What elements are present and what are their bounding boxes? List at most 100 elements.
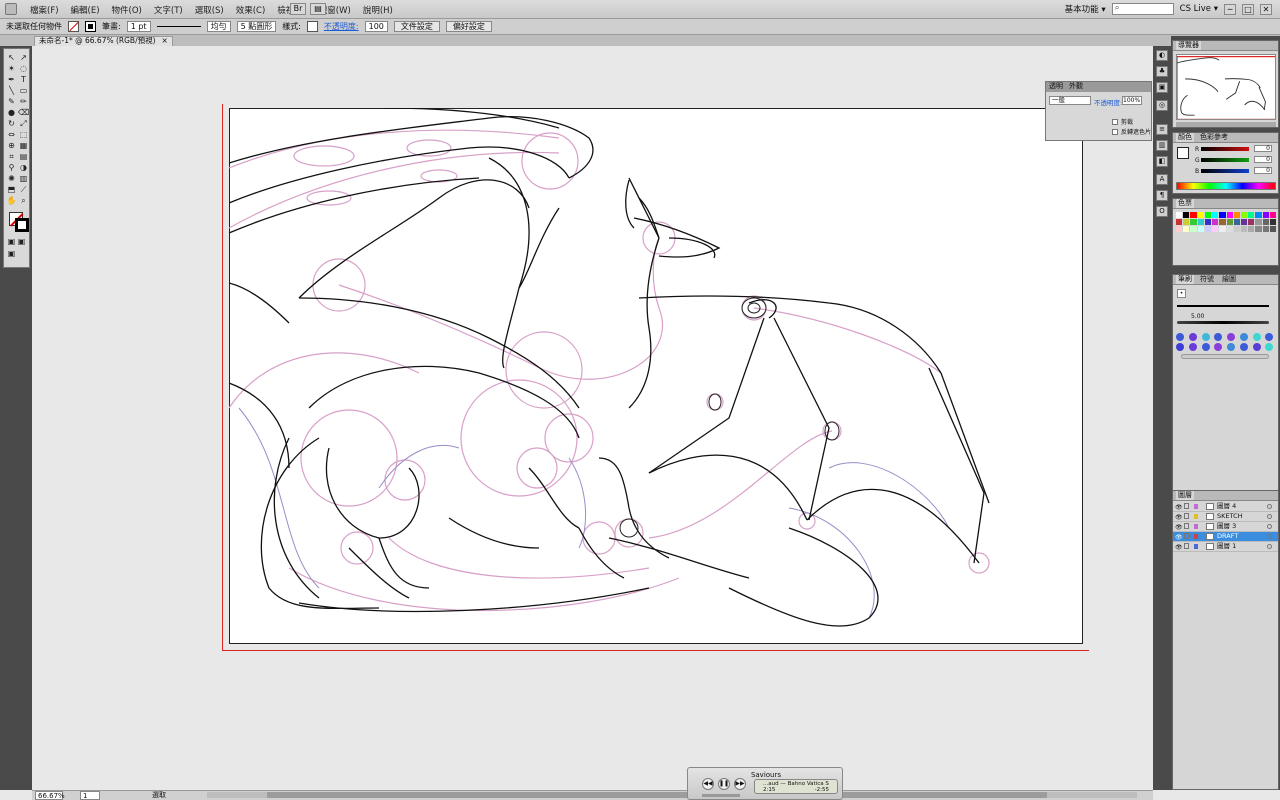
swatch[interactable] [1190,226,1197,232]
swatch[interactable] [1183,226,1190,232]
lock-toggle-icon[interactable] [1184,543,1189,549]
close-tab-icon[interactable]: × [162,36,168,45]
stroke-color-icon[interactable] [15,218,29,232]
pencil-tool-icon[interactable]: ✏ [18,97,29,106]
swatch[interactable] [1190,219,1197,225]
navigator-zoom-slider[interactable] [1176,122,1276,127]
screen-mode-icon[interactable]: ▣ [6,249,17,258]
tab-swatches[interactable]: 色票 [1176,199,1194,208]
swatch[interactable] [1240,219,1248,225]
visibility-eye-icon[interactable]: 👁 [1175,543,1183,552]
swatch[interactable] [1269,212,1276,218]
close-window-button[interactable]: ✕ [1260,3,1272,15]
art-brush-stroke[interactable] [1181,354,1269,359]
blue-value[interactable]: 0 [1254,167,1272,174]
tab-brushes[interactable]: 筆刷 [1176,275,1194,284]
menu-item-2[interactable]: 編輯(E) [65,4,106,16]
layer-row[interactable]: 👁 圖層 1 [1173,542,1278,552]
rotate-tool-icon[interactable]: ↻ [6,119,17,128]
swatch[interactable] [1176,226,1183,232]
scale-tool-icon[interactable]: ⤢ [18,119,29,128]
stroke-weight-dropdown[interactable]: 1 pt [126,21,151,32]
lock-toggle-icon[interactable] [1184,503,1189,509]
swatch[interactable] [1176,219,1183,225]
swatch[interactable] [1219,212,1226,218]
swatch[interactable] [1248,212,1255,218]
visibility-eye-icon[interactable]: 👁 [1175,533,1183,542]
volume-slider[interactable] [702,794,740,797]
swatch[interactable] [1204,212,1212,218]
hand-tool-icon[interactable]: ✋ [6,196,17,205]
blend-tool-icon[interactable]: ◑ [18,163,29,172]
menu-item-4[interactable]: 文字(T) [148,4,189,16]
opacity-field[interactable]: 100 [364,21,388,32]
swatch[interactable] [1248,226,1255,232]
brush-definition-dropdown[interactable]: 5 點圓形 [236,21,277,32]
swatch[interactable] [1226,219,1233,225]
green-slider[interactable] [1201,157,1251,162]
paragraph-icon[interactable]: ¶ [1156,190,1168,201]
menu-item-3[interactable]: 物件(O) [106,4,148,16]
line-tool-icon[interactable]: ╲ [6,86,17,95]
menu-item-6[interactable]: 效果(C) [230,4,272,16]
lock-toggle-icon[interactable] [1184,533,1189,539]
opacity-input[interactable]: 100% [1122,96,1142,105]
swatch[interactable] [1176,212,1183,218]
zoom-field[interactable]: 66.67% [35,791,65,800]
swatch[interactable] [1183,219,1190,225]
swatch[interactable] [1262,219,1269,225]
direct-selection-tool-icon[interactable]: ↗ [18,53,29,62]
swatch[interactable] [1197,219,1204,225]
swatch[interactable] [1255,226,1262,232]
eyedropper-tool-icon[interactable]: ⚲ [6,163,17,172]
menu-item-1[interactable]: 檔案(F) [24,4,65,16]
horizontal-scrollbar[interactable] [207,792,1137,798]
draw-behind-icon[interactable]: ▣ [16,237,27,246]
opacity-link[interactable]: 不透明度: [324,21,359,32]
character-icon[interactable]: A [1156,174,1168,185]
graph-tool-icon[interactable]: ▥ [18,174,29,183]
swatch[interactable] [1240,226,1248,232]
tab-color[interactable]: 顏色 [1176,133,1194,142]
symbols-icon[interactable]: ♣ [1156,66,1168,77]
visibility-eye-icon[interactable]: 👁 [1175,523,1183,532]
opentype-icon[interactable]: O [1156,206,1168,217]
swatch[interactable] [1197,212,1204,218]
width-tool-icon[interactable]: ⇔ [6,130,17,139]
selection-tool-icon[interactable]: ↖ [6,53,17,62]
perspective-tool-icon[interactable]: ▦ [18,141,29,150]
layer-row[interactable]: 👁 SKETCH [1173,512,1278,522]
workspace-switcher[interactable]: 基本功能 ▾ [1065,3,1106,15]
scatter-brush-dots[interactable] [1176,333,1276,351]
invert-mask-checkbox[interactable]: 反轉遮色片 [1112,127,1151,136]
swatch[interactable] [1262,226,1269,232]
scrollbar-thumb[interactable] [267,792,1047,798]
tab-layers[interactable]: 圖層 [1176,491,1194,500]
mesh-tool-icon[interactable]: ⌗ [6,152,17,161]
fill-stroke-proxy-icon[interactable] [1177,147,1189,159]
type-tool-icon[interactable]: T [18,75,29,84]
symbol-sprayer-tool-icon[interactable]: ✺ [6,174,17,183]
tab-appearance[interactable]: 外觀 [1069,82,1083,92]
paintbrush-tool-icon[interactable]: ✎ [6,97,17,106]
visibility-eye-icon[interactable]: 👁 [1175,503,1183,512]
transparency-icon[interactable]: ◧ [1156,156,1168,167]
layer-target-icon[interactable] [1267,504,1272,509]
bridge-button[interactable]: Br [290,3,306,15]
document-setup-button[interactable]: 文件設定 [393,21,440,32]
layer-target-icon[interactable] [1267,524,1272,529]
blue-slider[interactable] [1201,168,1251,173]
swatch[interactable] [1212,219,1219,225]
tab-symbols[interactable]: 符號 [1198,275,1216,284]
appearance-icon[interactable]: ◎ [1156,100,1168,111]
previous-track-button[interactable]: ◀◀ [702,778,714,790]
swatch[interactable] [1219,219,1226,225]
lock-toggle-icon[interactable] [1184,523,1189,529]
tab-transparency[interactable]: 透明 [1049,82,1063,92]
search-input[interactable] [1111,3,1174,15]
swatch[interactable] [1204,219,1212,225]
lasso-tool-icon[interactable]: ◌ [18,64,29,73]
next-track-button[interactable]: ▶▶ [734,778,746,790]
maximize-button[interactable]: □ [1242,3,1254,15]
pen-tool-icon[interactable]: ✒ [6,75,17,84]
